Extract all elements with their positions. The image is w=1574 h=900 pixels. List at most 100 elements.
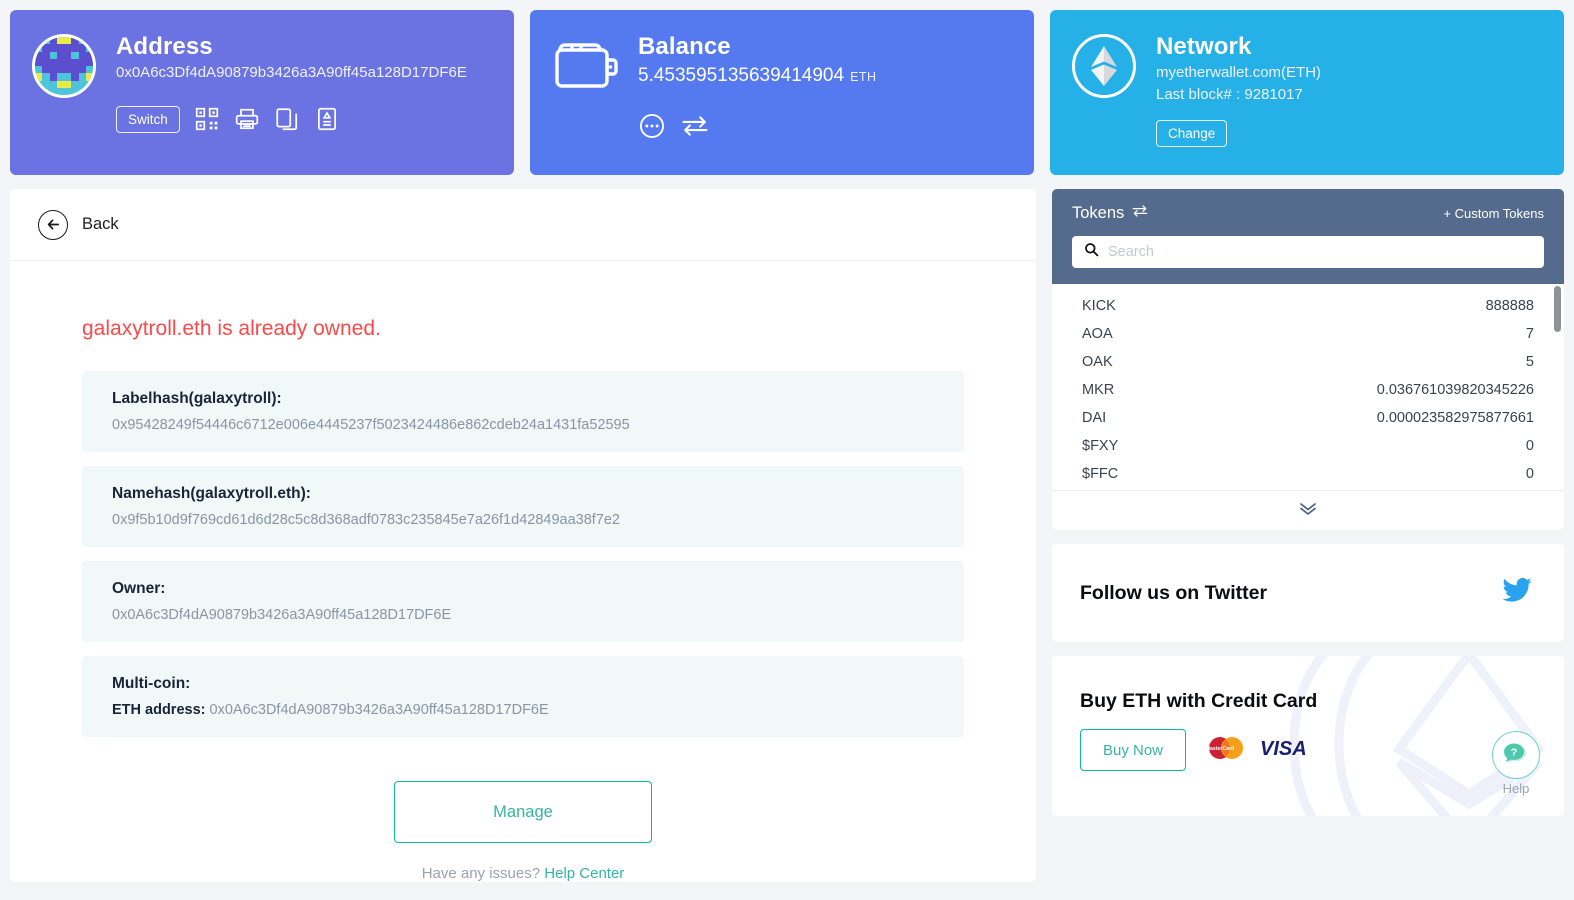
table-row[interactable]: AOA 7 xyxy=(1052,320,1564,348)
search-icon xyxy=(1084,242,1099,262)
network-card-title: Network xyxy=(1156,33,1252,60)
multicoin-eth-value: 0x0A6c3Df4dA90879b3426a3A90ff45a128D17DF… xyxy=(209,702,549,718)
swap-icon[interactable] xyxy=(680,112,710,140)
multicoin-eth-label: ETH address: xyxy=(112,702,206,718)
note-icon[interactable] xyxy=(314,106,340,132)
card-logos: MasterCard VISA xyxy=(1204,734,1320,767)
table-row[interactable]: $FFC 0 xyxy=(1052,460,1564,488)
issues-line: Have any issues? Help Center xyxy=(82,865,964,882)
balance-amount: 5.453595135639414904 xyxy=(638,65,845,86)
token-symbol: $FFC xyxy=(1082,466,1119,482)
balance-card-actions xyxy=(638,112,877,140)
visa-icon: VISA xyxy=(1258,735,1320,766)
token-balance: 0 xyxy=(1525,438,1534,454)
back-bar: Back xyxy=(10,189,1036,261)
owner-value: 0x0A6c3Df4dA90879b3426a3A90ff45a128D17DF… xyxy=(112,607,452,623)
table-row[interactable]: MKR 0.036761039820345226 xyxy=(1052,376,1564,404)
mastercard-icon: MasterCard xyxy=(1204,734,1248,767)
twitter-panel[interactable]: Follow us on Twitter xyxy=(1052,544,1564,642)
labelhash-label: Labelhash(galaxytroll): xyxy=(112,390,282,407)
token-balance: 888888 xyxy=(1485,298,1534,314)
token-balance: 0.000023582975877661 xyxy=(1376,410,1534,426)
token-balance: 7 xyxy=(1525,326,1534,342)
token-list: KICK 888888 AOA 7 OAK 5 MKR 0.0367610398… xyxy=(1052,284,1564,490)
custom-tokens-button[interactable]: + Custom Tokens xyxy=(1443,206,1544,221)
balance-card: Balance 5.453595135639414904 ETH xyxy=(530,10,1034,175)
network-last-block: Last block# : 9281017 xyxy=(1156,85,1303,103)
buy-eth-title: Buy ETH with Credit Card xyxy=(1080,690,1318,712)
table-row[interactable]: OAK 5 xyxy=(1052,348,1564,376)
owner-field: Owner: 0x0A6c3Df4dA90879b3426a3A90ff45a1… xyxy=(82,561,964,642)
balance-card-title: Balance xyxy=(638,33,731,60)
token-search-wrap xyxy=(1072,236,1544,268)
labelhash-field: Labelhash(galaxytroll): 0x95428249f54446… xyxy=(82,371,964,452)
wallet-icon xyxy=(552,34,618,99)
token-symbol: DAI xyxy=(1082,410,1107,426)
multicoin-field: Multi-coin: ETH address: 0x0A6c3Df4dA908… xyxy=(82,656,964,737)
twitter-title: Follow us on Twitter xyxy=(1080,581,1268,604)
namehash-value: 0x9f5b10d9f769cd61d6d28c5c8d368adf0783c2… xyxy=(112,512,620,528)
address-card-title: Address xyxy=(116,33,213,60)
token-symbol: AOA xyxy=(1082,326,1113,342)
app-root: Address 0x0A6c3Df4dA90879b3426a3A90ff45a… xyxy=(0,0,1574,900)
expand-tokens-button[interactable] xyxy=(1052,490,1564,530)
ens-result-body: galaxytroll.eth is already owned. Labelh… xyxy=(10,261,1036,882)
address-card: Address 0x0A6c3Df4dA90879b3426a3A90ff45a… xyxy=(10,10,514,175)
balance-unit: ETH xyxy=(850,70,877,84)
network-provider: myetherwallet.com(ETH) xyxy=(1156,64,1322,81)
qr-code-icon[interactable] xyxy=(194,106,220,132)
token-balance: 5 xyxy=(1525,354,1534,370)
switch-wallet-button[interactable]: Switch xyxy=(116,105,180,133)
issues-text: Have any issues? xyxy=(421,865,541,882)
token-list-scrollbar[interactable] xyxy=(1554,286,1561,332)
back-arrow-icon[interactable] xyxy=(38,209,68,240)
token-symbol: KICK xyxy=(1082,298,1116,314)
tokens-panel: Tokens + Custom Tokens Search KICK 88888… xyxy=(1052,189,1564,530)
namehash-label: Namehash(galaxytroll.eth): xyxy=(112,485,311,502)
tokens-header: Tokens + Custom Tokens xyxy=(1052,189,1564,284)
token-search-input[interactable] xyxy=(1108,244,1532,260)
summary-cards: Address 0x0A6c3Df4dA90879b3426a3A90ff45a… xyxy=(10,10,1564,175)
address-card-actions: Switch xyxy=(116,105,467,133)
back-button-label[interactable]: Back xyxy=(82,215,119,234)
wallet-address-value: 0x0A6c3Df4dA90879b3426a3A90ff45a128D17DF… xyxy=(116,64,467,81)
token-balance: 0 xyxy=(1525,466,1534,482)
buy-eth-panel: Buy ETH with Credit Card Buy Now MasterC… xyxy=(1052,656,1564,816)
labelhash-value: 0x95428249f54446c6712e006e4445237f502342… xyxy=(112,417,630,433)
svg-text:MasterCard: MasterCard xyxy=(1206,746,1235,752)
more-options-icon[interactable] xyxy=(638,112,666,140)
table-row[interactable]: DAI 0.000023582975877661 xyxy=(1052,404,1564,432)
token-symbol: MKR xyxy=(1082,382,1115,398)
double-chevron-down-icon xyxy=(1297,500,1319,521)
address-identicon xyxy=(32,34,96,98)
token-symbol: OAK xyxy=(1082,354,1113,370)
namehash-field: Namehash(galaxytroll.eth): 0x9f5b10d9f76… xyxy=(82,466,964,547)
print-icon[interactable] xyxy=(234,106,260,132)
owner-label: Owner: xyxy=(112,580,166,597)
question-chat-icon[interactable]: ? xyxy=(1492,731,1540,779)
table-row[interactable]: $FXY 0 xyxy=(1052,432,1564,460)
help-button[interactable]: ? Help xyxy=(1492,731,1540,796)
manage-section: Manage Have any issues? Help Center xyxy=(82,781,964,882)
tokens-title: Tokens xyxy=(1072,204,1125,222)
sidebar: Tokens + Custom Tokens Search KICK 88888… xyxy=(1052,189,1564,816)
change-network-button[interactable]: Change xyxy=(1156,119,1228,147)
ethereum-icon xyxy=(1072,34,1136,98)
svg-text:?: ? xyxy=(1511,747,1518,759)
twitter-bird-icon[interactable] xyxy=(1498,575,1536,612)
copy-icon[interactable] xyxy=(274,106,300,132)
table-row[interactable]: KICK 888888 xyxy=(1052,292,1564,320)
tokens-swap-icon[interactable] xyxy=(1131,203,1149,224)
token-balance: 0.036761039820345226 xyxy=(1376,382,1534,398)
help-center-link[interactable]: Help Center xyxy=(544,865,624,882)
ens-error-message: galaxytroll.eth is already owned. xyxy=(82,317,381,340)
manage-button[interactable]: Manage xyxy=(394,781,652,843)
network-card: Network myetherwallet.com(ETH) Last bloc… xyxy=(1050,10,1564,175)
token-symbol: $FXY xyxy=(1082,438,1119,454)
help-label: Help xyxy=(1502,781,1530,796)
buy-now-button[interactable]: Buy Now xyxy=(1080,729,1186,771)
svg-text:VISA: VISA xyxy=(1260,738,1307,760)
multicoin-label: Multi-coin: xyxy=(112,675,191,692)
ens-result-panel: Back galaxytroll.eth is already owned. L… xyxy=(10,189,1036,882)
tokens-title-group: Tokens xyxy=(1072,203,1149,224)
